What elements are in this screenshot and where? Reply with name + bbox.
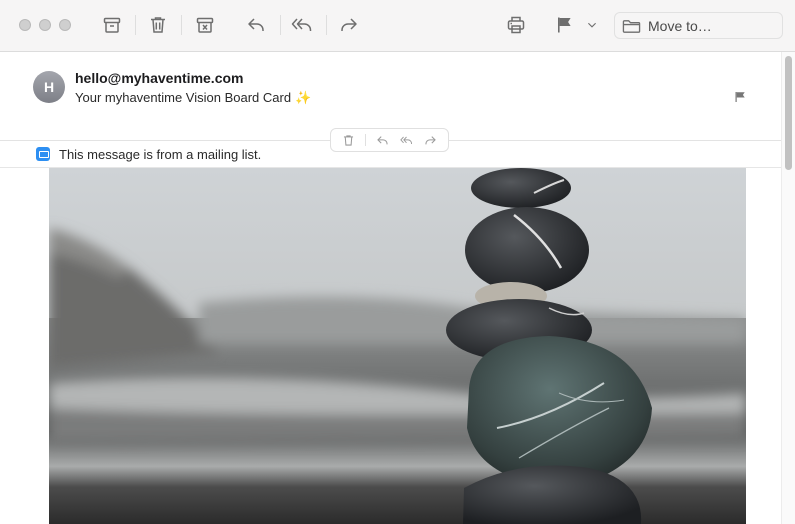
move-to-button[interactable]: Move to…	[614, 12, 783, 39]
scrollbar-thumb[interactable]	[785, 56, 792, 170]
flag-button[interactable]	[552, 13, 576, 37]
trash-icon	[344, 134, 354, 146]
avatar: H	[33, 71, 65, 103]
reply-icon	[377, 135, 389, 144]
flag-menu-button[interactable]	[582, 13, 602, 37]
mail-app-icon	[36, 147, 50, 161]
mini-delete-button[interactable]	[342, 133, 356, 147]
flag-icon	[558, 17, 571, 33]
flag-icon[interactable]	[734, 91, 746, 103]
close-window-button[interactable]	[19, 19, 31, 31]
toolbar-separator	[326, 15, 327, 35]
archive-button[interactable]	[100, 13, 124, 37]
print-icon	[507, 16, 525, 34]
stacked-stones-photo	[49, 168, 746, 524]
folder-icon	[622, 19, 641, 33]
reply-icon	[248, 18, 264, 31]
print-button[interactable]	[504, 13, 528, 37]
chevron-down-icon	[588, 22, 596, 28]
reply-all-icon	[400, 136, 413, 144]
toolbar: Move to…	[0, 0, 795, 52]
toolbar-separator	[280, 15, 281, 35]
email-body-image	[49, 168, 746, 524]
toolbar-separator	[135, 15, 136, 35]
sender-address[interactable]: hello@myhaventime.com	[75, 70, 243, 86]
subject-text: Your myhaventime Vision Board Card	[75, 90, 292, 105]
sparkle-emoji: ✨	[295, 90, 312, 105]
reply-button[interactable]	[244, 13, 268, 37]
forward-button[interactable]	[337, 13, 361, 37]
reply-all-icon	[291, 18, 312, 31]
minimize-window-button[interactable]	[39, 19, 51, 31]
reply-all-button[interactable]	[290, 13, 314, 37]
message-hover-toolbar	[330, 128, 449, 152]
forward-icon	[341, 18, 357, 31]
delete-button[interactable]	[146, 13, 170, 37]
mini-reply-button[interactable]	[376, 133, 390, 147]
mini-separator	[365, 134, 367, 146]
mailing-list-notice: This message is from a mailing list.	[59, 147, 262, 162]
archive-icon	[103, 17, 121, 33]
mini-forward-button[interactable]	[423, 133, 437, 147]
message-subject: Your myhaventime Vision Board Card ✨	[75, 90, 311, 106]
trash-icon	[151, 17, 165, 33]
forward-icon	[425, 135, 436, 144]
junk-button[interactable]	[193, 13, 217, 37]
toolbar-separator	[181, 15, 182, 35]
move-to-label: Move to…	[648, 17, 712, 34]
zoom-window-button[interactable]	[59, 19, 71, 31]
junk-icon	[196, 17, 214, 33]
mini-reply-all-button[interactable]	[400, 133, 414, 147]
